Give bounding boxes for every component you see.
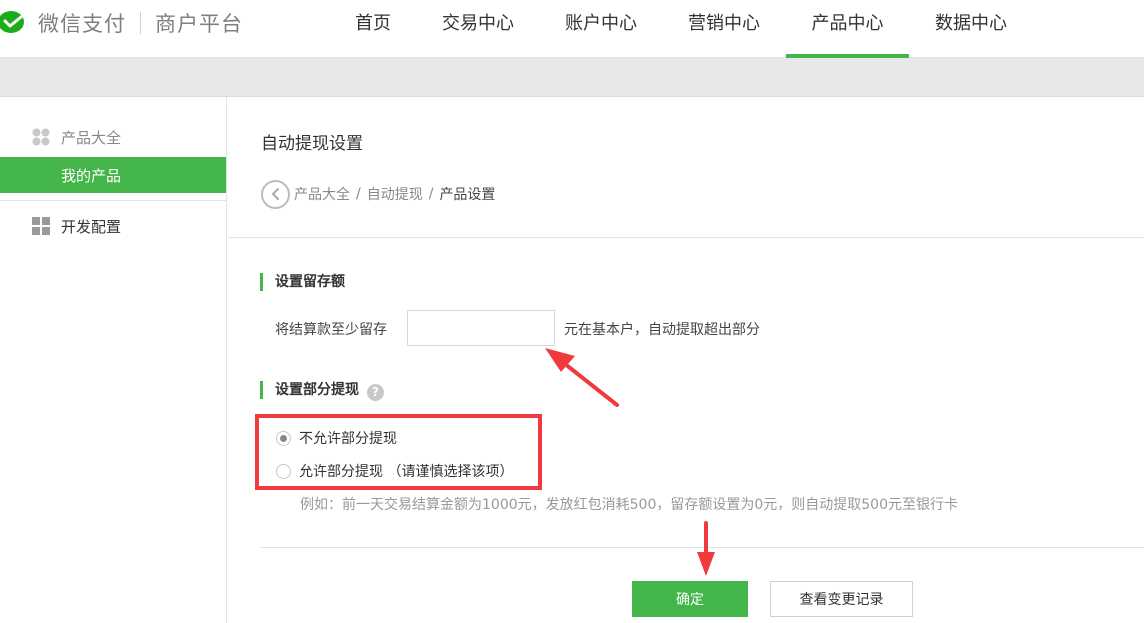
header-divider — [228, 237, 1144, 238]
example-hint: 例如：前一天交易结算金额为1000元，发放红包消耗500，留存额设置为0元，则自… — [300, 497, 958, 513]
logo-divider — [140, 12, 141, 34]
nav-transactions[interactable]: 交易中心 — [433, 0, 523, 58]
nav-marketing[interactable]: 营销中心 — [679, 0, 769, 58]
view-history-button[interactable]: 查看变更记录 — [770, 581, 913, 617]
nav-home[interactable]: 首页 — [344, 0, 402, 58]
wechat-logo-icon — [0, 11, 24, 33]
breadcrumb-separator: / — [356, 186, 361, 202]
platform-name: 商户平台 — [155, 12, 243, 36]
breadcrumb: 产品大全 / 自动提现 / 产品设置 — [261, 179, 495, 209]
radio-button[interactable] — [276, 463, 291, 479]
breadcrumb-product-catalog[interactable]: 产品大全 — [294, 184, 350, 204]
breadcrumb-auto-withdraw[interactable]: 自动提现 — [367, 184, 423, 204]
section-title-retain: 设置留存额 — [260, 273, 345, 291]
confirm-button[interactable]: 确定 — [632, 581, 748, 617]
radio-label: 允许部分提现 （请谨慎选择该项） — [299, 464, 514, 480]
footer-divider — [260, 547, 1144, 548]
sidebar-item-product-catalog[interactable]: 产品大全 — [0, 119, 226, 155]
radio-allow-partial[interactable]: 允许部分提现 （请谨慎选择该项） — [276, 461, 513, 481]
breadcrumb-separator: / — [428, 186, 434, 202]
retain-amount-input[interactable] — [407, 310, 555, 346]
help-icon[interactable]: ? — [367, 384, 384, 401]
radio-button-checked[interactable] — [276, 430, 291, 446]
section-title-text: 设置部分提现 — [275, 382, 359, 398]
nav-products[interactable]: 产品中心 — [786, 0, 909, 58]
nav-account[interactable]: 账户中心 — [556, 0, 646, 58]
sidebar: 产品大全 我的产品 开发配置 — [0, 97, 227, 623]
page-title: 自动提现设置 — [261, 134, 363, 154]
nav-data[interactable]: 数据中心 — [926, 0, 1016, 58]
retain-label: 将结算款至少留存 — [275, 322, 387, 338]
chevron-left-icon — [271, 188, 279, 200]
radio-disallow-partial[interactable]: 不允许部分提现 — [276, 428, 397, 448]
sidebar-divider — [0, 200, 226, 201]
back-button[interactable] — [261, 179, 290, 209]
top-navbar: 微信支付 商户平台 首页 交易中心 账户中心 营销中心 产品中心 数据中心 — [0, 0, 1144, 58]
radio-label: 不允许部分提现 — [299, 431, 397, 447]
retain-suffix: 元在基本户，自动提取超出部分 — [564, 322, 760, 338]
product-catalog-icon — [32, 128, 50, 146]
breadcrumb-product-settings: 产品设置 — [439, 187, 496, 203]
wechat-pay-logo[interactable]: 微信支付 商户平台 — [0, 8, 243, 38]
section-title-partial: 设置部分提现? — [260, 381, 384, 401]
sidebar-item-label: 开发配置 — [61, 217, 122, 236]
sidebar-item-label: 产品大全 — [61, 128, 122, 147]
sidebar-item-my-products[interactable]: 我的产品 — [0, 157, 226, 193]
sidebar-item-dev-config[interactable]: 开发配置 — [0, 208, 226, 244]
sidebar-item-label: 我的产品 — [61, 166, 122, 185]
grid-icon — [32, 217, 50, 235]
sub-header-bar — [0, 58, 1144, 97]
main-content: 自动提现设置 产品大全 / 自动提现 / 产品设置 设置留存额 将结算款至少留存… — [228, 97, 1144, 623]
brand-name: 微信支付 — [38, 12, 126, 36]
